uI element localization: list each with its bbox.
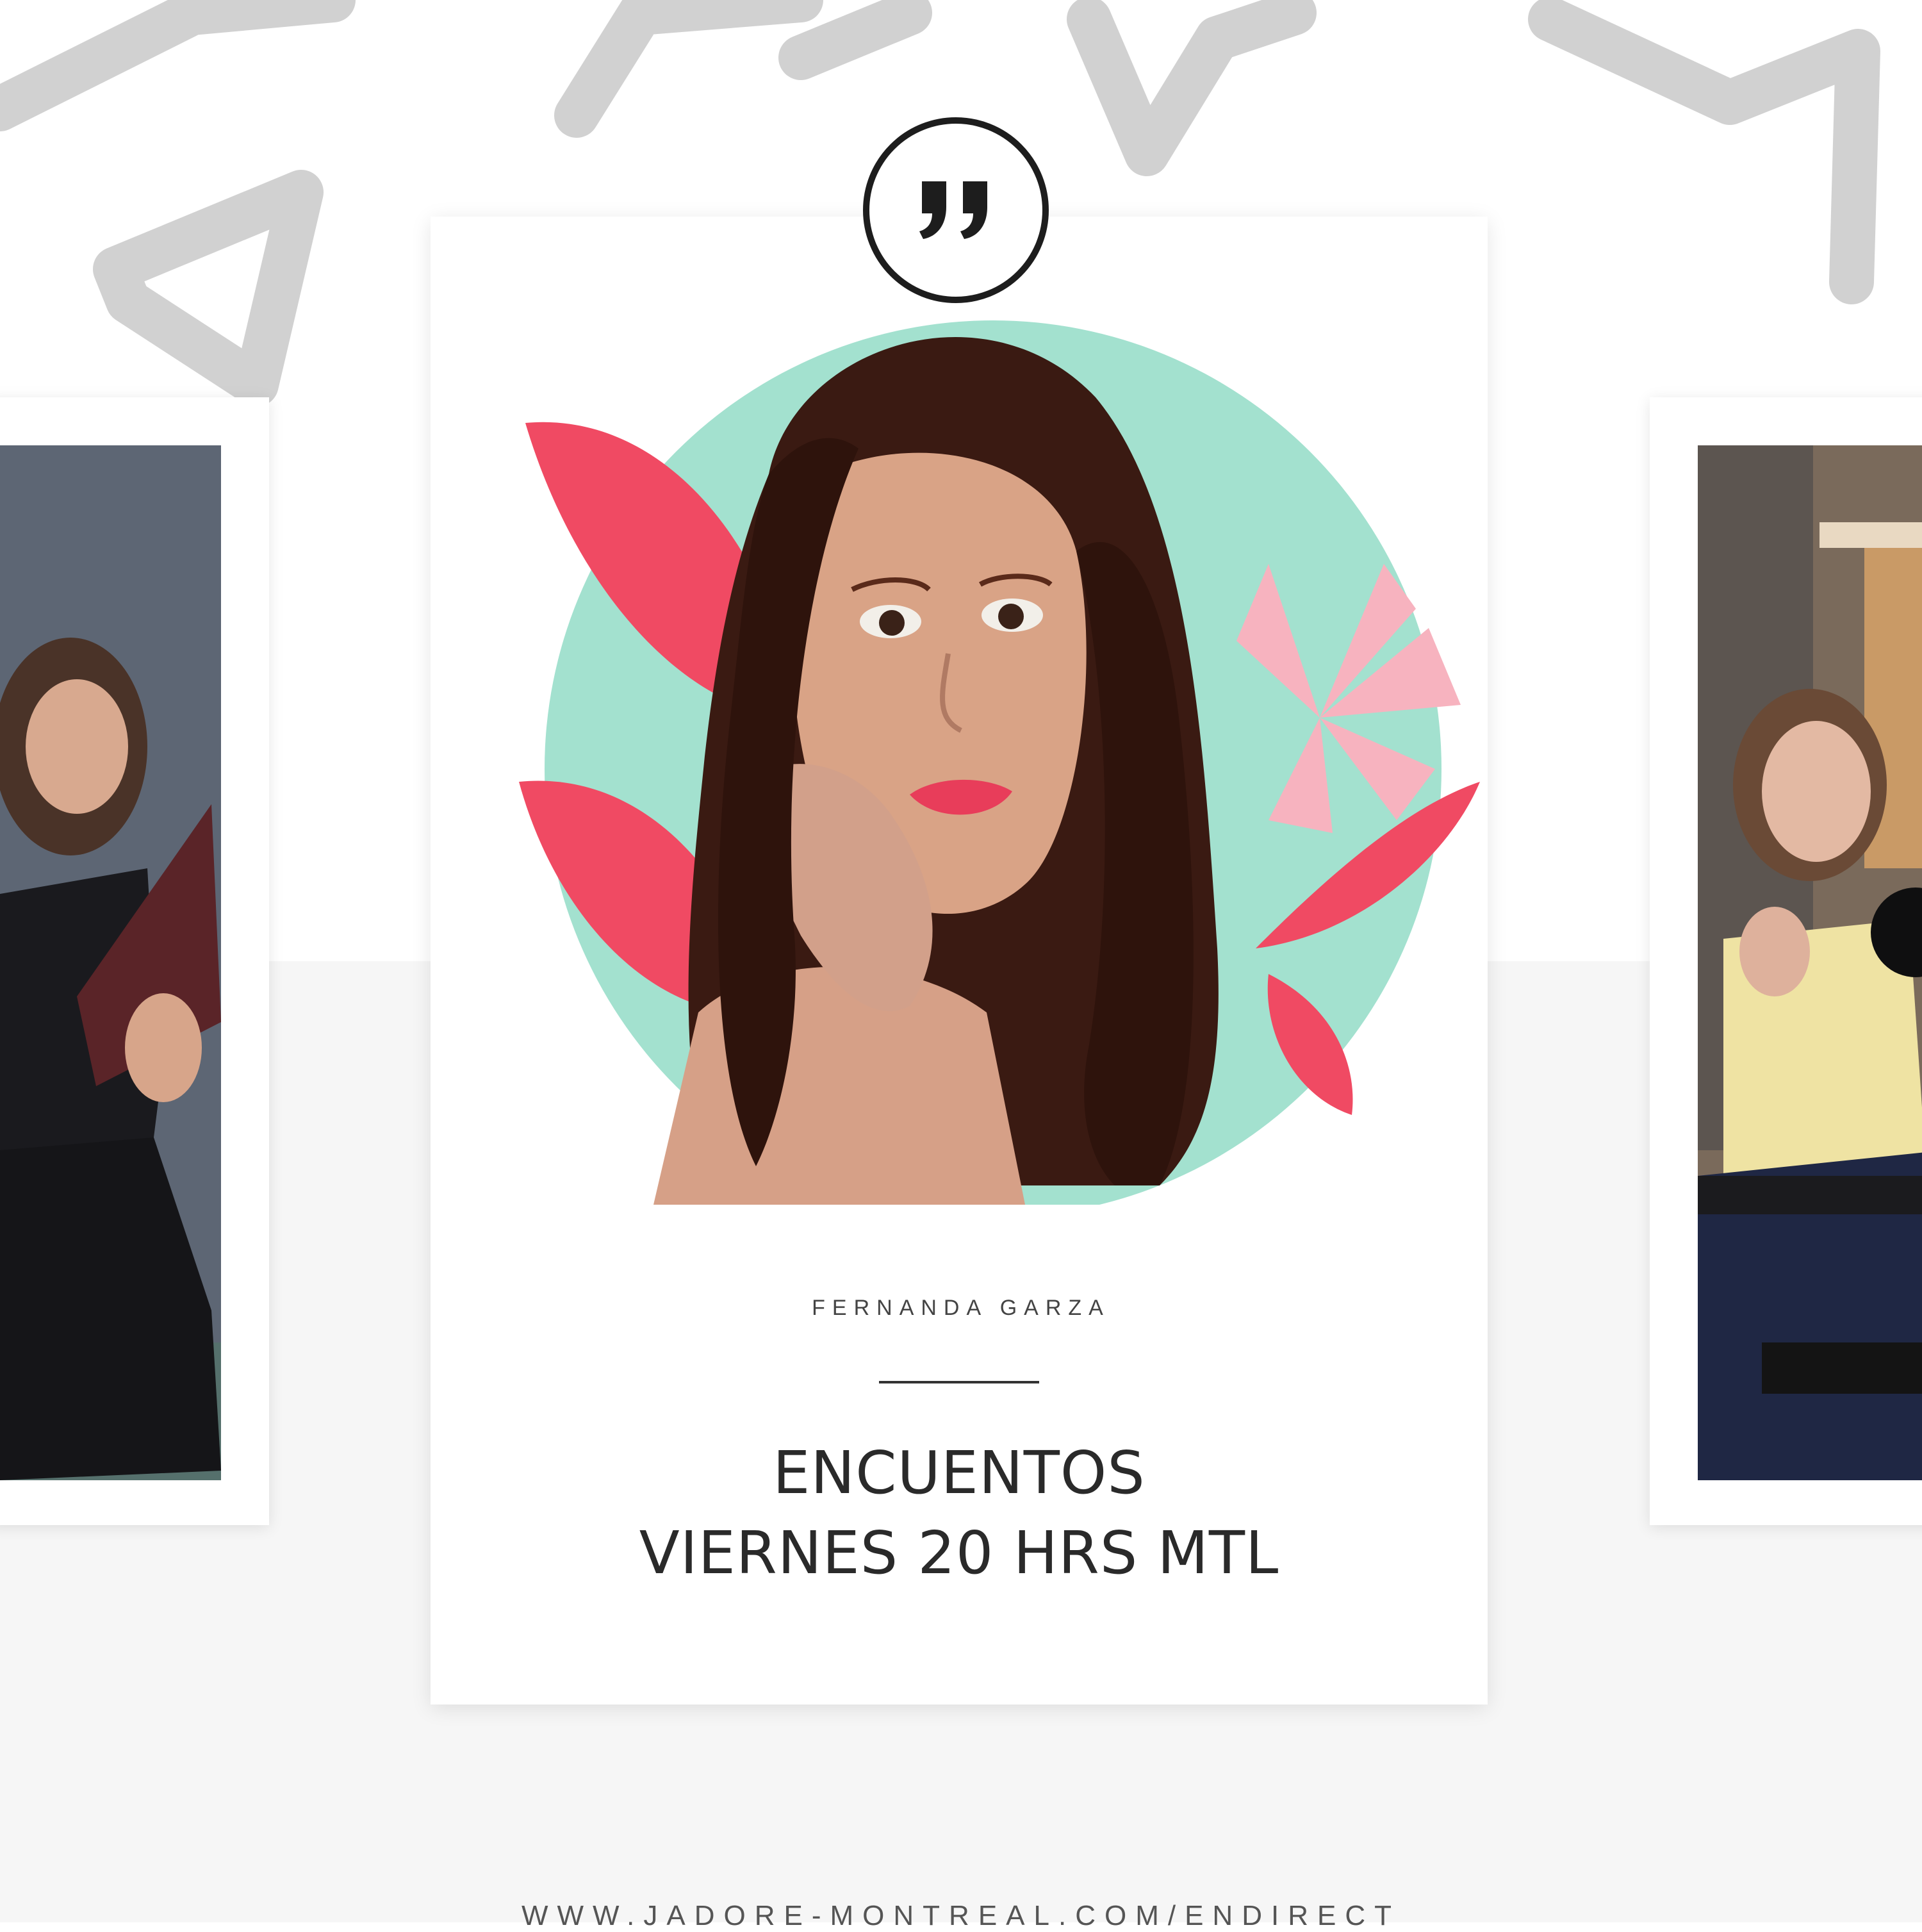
title-line-1: ENCUENTOS (773, 1439, 1146, 1507)
woman-singing-photo (1698, 445, 1922, 1480)
divider-line (879, 1381, 1039, 1383)
quote-badge (863, 117, 1049, 303)
painted-portrait-illustration (500, 308, 1486, 1205)
left-photo-card (0, 397, 269, 1525)
quotation-mark-icon (919, 181, 987, 239)
right-photo-card (1650, 397, 1922, 1525)
title-line-2: VIERNES 20 HRS MTL (639, 1519, 1279, 1587)
footer-url: WWW.JADORE-MONTREAL.COM/ENDIRECT (522, 1900, 1400, 1931)
woman-reading-photo (0, 445, 221, 1480)
author-name: FERNANDA GARZA (812, 1296, 1110, 1320)
